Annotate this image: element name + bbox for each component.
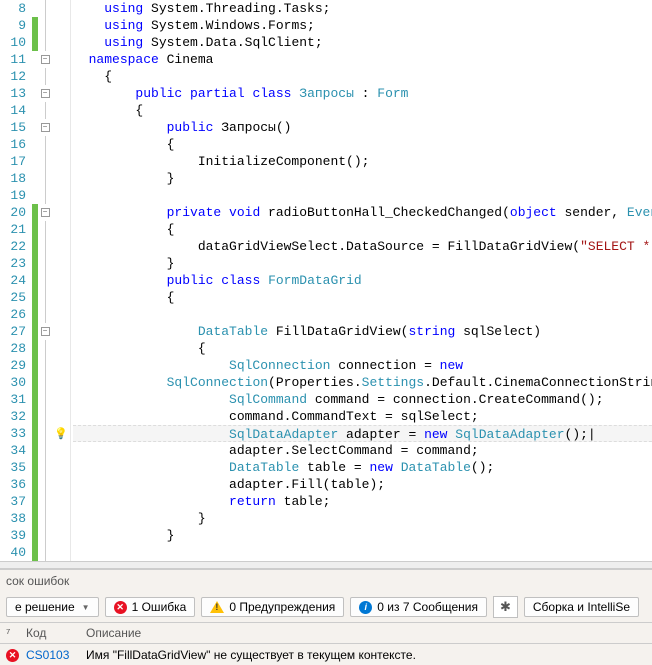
code-line[interactable]: using System.Windows.Forms; bbox=[73, 17, 652, 34]
code-line[interactable]: DataTable FillDataGridView(string sqlSel… bbox=[73, 323, 652, 340]
error-row-icon: ✕ bbox=[6, 647, 26, 662]
code-line[interactable]: public Запросы() bbox=[73, 119, 652, 136]
messages-filter-button[interactable]: i 0 из 7 Сообщения bbox=[350, 597, 487, 617]
code-line[interactable]: } bbox=[73, 510, 652, 527]
code-line[interactable]: SqlDataAdapter adapter = new SqlDataAdap… bbox=[73, 425, 652, 442]
info-icon: i bbox=[359, 601, 372, 614]
code-line[interactable]: DataTable table = new DataTable(); bbox=[73, 459, 652, 476]
code-line[interactable]: command.CommandText = sqlSelect; bbox=[73, 408, 652, 425]
lightbulb-column[interactable]: 💡 bbox=[52, 0, 70, 561]
outline-column[interactable]: −−−−− bbox=[38, 0, 52, 561]
code-line[interactable]: SqlCommand command = connection.CreateCo… bbox=[73, 391, 652, 408]
code-line[interactable]: { bbox=[73, 289, 652, 306]
line-numbers: 8910111213141516171819202122232425262728… bbox=[0, 0, 32, 561]
code-col-header[interactable]: Код bbox=[26, 626, 86, 640]
lightbulb-icon[interactable]: 💡 bbox=[54, 427, 68, 441]
code-line[interactable]: public class FormDataGrid bbox=[73, 272, 652, 289]
code-line[interactable]: return table; bbox=[73, 493, 652, 510]
gutter: 8910111213141516171819202122232425262728… bbox=[0, 0, 71, 561]
warnings-label: 0 Предупреждения bbox=[229, 600, 335, 614]
code-content[interactable]: using System.Threading.Tasks; using Syst… bbox=[71, 0, 652, 561]
code-line[interactable]: { bbox=[73, 221, 652, 238]
code-line[interactable]: public partial class Запросы : Form bbox=[73, 85, 652, 102]
filter-button[interactable]: ✱ bbox=[493, 596, 518, 618]
code-line[interactable]: namespace Cinema bbox=[73, 51, 652, 68]
error-toolbar: е решение ▼ ✕ 1 Ошибка 0 Предупреждения … bbox=[0, 592, 652, 623]
icon-col-header: ⁷ bbox=[6, 626, 26, 640]
messages-label: 0 из 7 Сообщения bbox=[377, 600, 478, 614]
errors-label: 1 Ошибка bbox=[132, 600, 187, 614]
code-line[interactable]: { bbox=[73, 340, 652, 357]
code-line[interactable]: dataGridViewSelect.DataSource = FillData… bbox=[73, 238, 652, 255]
code-line[interactable]: adapter.SelectCommand = command; bbox=[73, 442, 652, 459]
code-line[interactable] bbox=[73, 544, 652, 561]
build-scope-dropdown[interactable]: Сборка и IntelliSe bbox=[524, 597, 639, 617]
code-line[interactable]: } bbox=[73, 255, 652, 272]
build-scope-label: Сборка и IntelliSe bbox=[533, 600, 630, 614]
code-line[interactable]: } bbox=[73, 527, 652, 544]
code-line[interactable]: using System.Threading.Tasks; bbox=[73, 0, 652, 17]
warning-icon bbox=[210, 601, 224, 613]
scope-dropdown[interactable]: е решение ▼ bbox=[6, 597, 99, 617]
code-line[interactable]: { bbox=[73, 68, 652, 85]
code-line[interactable]: using System.Data.SqlClient; bbox=[73, 34, 652, 51]
code-line[interactable]: SqlConnection connection = new bbox=[73, 357, 652, 374]
error-icon: ✕ bbox=[114, 601, 127, 614]
code-line[interactable] bbox=[73, 187, 652, 204]
code-line[interactable]: InitializeComponent(); bbox=[73, 153, 652, 170]
errors-filter-button[interactable]: ✕ 1 Ошибка bbox=[105, 597, 196, 617]
code-line[interactable]: { bbox=[73, 102, 652, 119]
error-list-panel: сок ошибок е решение ▼ ✕ 1 Ошибка 0 Пред… bbox=[0, 569, 652, 665]
warnings-filter-button[interactable]: 0 Предупреждения bbox=[201, 597, 344, 617]
error-row[interactable]: ✕ CS0103 Имя "FillDataGridView" не сущес… bbox=[0, 644, 652, 665]
chevron-down-icon: ▼ bbox=[82, 603, 90, 612]
code-line[interactable]: { bbox=[73, 136, 652, 153]
code-line[interactable] bbox=[73, 306, 652, 323]
scope-label: е решение bbox=[15, 600, 75, 614]
error-description: Имя "FillDataGridView" не существует в т… bbox=[86, 648, 646, 662]
error-code[interactable]: CS0103 bbox=[26, 648, 86, 662]
code-line[interactable]: SqlConnection(Properties.Settings.Defaul… bbox=[73, 374, 652, 391]
code-line[interactable]: adapter.Fill(table); bbox=[73, 476, 652, 493]
error-list-title: сок ошибок bbox=[0, 570, 652, 592]
code-line[interactable]: private void radioButtonHall_CheckedChan… bbox=[73, 204, 652, 221]
desc-col-header[interactable]: Описание bbox=[86, 626, 646, 640]
panel-splitter[interactable] bbox=[0, 561, 652, 569]
code-line[interactable]: } bbox=[73, 170, 652, 187]
code-editor[interactable]: 8910111213141516171819202122232425262728… bbox=[0, 0, 652, 561]
error-list-header[interactable]: ⁷ Код Описание bbox=[0, 623, 652, 644]
